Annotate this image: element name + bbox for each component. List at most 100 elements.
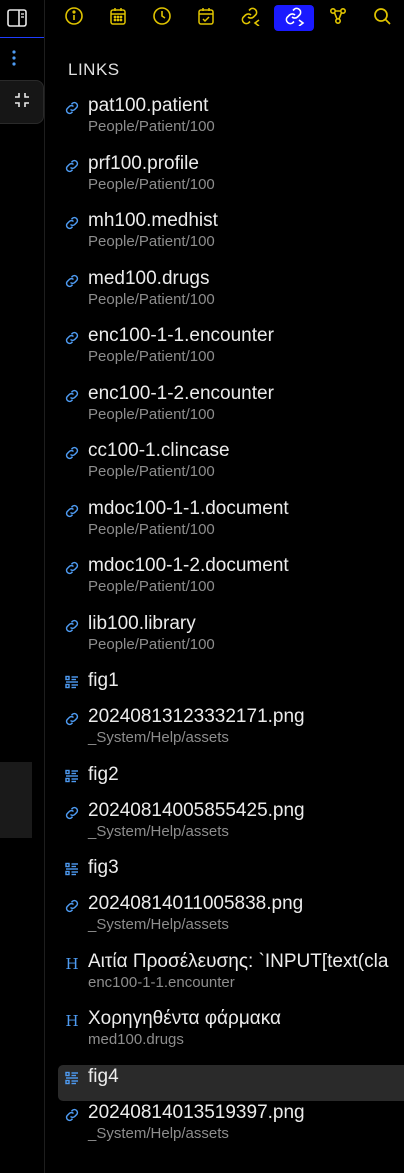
search-button[interactable]	[362, 5, 402, 31]
left-ribbon	[0, 0, 44, 1173]
item-title: prf100.profile	[88, 152, 199, 174]
item-title: fig2	[88, 763, 119, 785]
collapse-icon	[12, 90, 32, 115]
item-path: People/Patient/100	[88, 290, 215, 308]
list-item[interactable]: pat100.patient People/Patient/100	[58, 94, 404, 152]
list-item[interactable]: enc100-1-2.encounter People/Patient/100	[58, 382, 404, 440]
heading-icon: H	[65, 1012, 79, 1030]
block-icon	[64, 768, 80, 784]
item-title: 20240813123332171.png	[88, 706, 305, 727]
item-path: People/Patient/100	[88, 233, 215, 250]
ribbon-border	[44, 0, 45, 1173]
item-title: mdoc100-1-2.document	[88, 555, 289, 576]
graph-button[interactable]	[318, 5, 358, 31]
calendar-button[interactable]	[98, 5, 138, 31]
item-title: 20240814013519397.png	[88, 1101, 305, 1123]
link-icon	[64, 1107, 80, 1123]
more-options-icon[interactable]	[7, 48, 21, 68]
list-item[interactable]: lib100.library People/Patient/100	[58, 612, 404, 670]
list-item[interactable]: enc100-1-1.encounter People/Patient/100	[58, 324, 404, 382]
item-title: fig3	[88, 857, 119, 878]
item-path: People/Patient/100	[88, 463, 215, 480]
item-title: enc100-1-1.encounter	[88, 325, 274, 346]
item-path: People/Patient/100	[88, 635, 215, 653]
list-item[interactable]: cc100-1.clincase People/Patient/100	[58, 439, 404, 497]
link-icon	[64, 618, 80, 634]
link-icon	[64, 711, 80, 727]
list-item[interactable]: 20240814011005838.png _System/Help/assets	[58, 892, 404, 950]
list-item[interactable]: 20240813123332171.png _System/Help/assets	[58, 705, 404, 763]
link-icon	[64, 273, 80, 289]
sidebar-toolbar	[45, 0, 404, 36]
link-icon	[64, 805, 80, 821]
link-icon	[64, 388, 80, 404]
list-item[interactable]: H Χορηγηθέντα φάρμακα med100.drugs	[58, 1007, 404, 1065]
backlinks-icon	[239, 6, 261, 31]
list-item[interactable]: 20240814005855425.png _System/Help/assets	[58, 799, 404, 857]
sidebar-toggle-icon[interactable]	[6, 6, 28, 30]
link-icon	[64, 100, 80, 116]
backlinks-button[interactable]	[230, 5, 270, 31]
item-title: fig1	[88, 670, 119, 691]
panel-title: LINKS	[68, 60, 120, 79]
item-path: _System/Help/assets	[88, 916, 229, 933]
list-item[interactable]: fig3	[58, 856, 404, 892]
link-icon	[64, 158, 80, 174]
item-title: Χορηγηθέντα φάρμακα	[88, 1008, 282, 1029]
item-title: 20240814011005838.png	[88, 893, 304, 914]
item-path: People/Patient/100	[88, 348, 215, 365]
item-path: med100.drugs	[88, 1031, 184, 1048]
item-path: People/Patient/100	[88, 520, 215, 538]
item-title: fig4	[88, 1065, 119, 1087]
item-title: mh100.medhist	[88, 210, 218, 231]
info-button[interactable]	[54, 5, 94, 31]
ribbon-divider	[0, 37, 44, 38]
list-item[interactable]: H Αιτία Προσέλευσης: `INPUT[text(cla enc10…	[58, 950, 404, 1008]
item-path: People/Patient/100	[88, 175, 215, 193]
list-item[interactable]: mh100.medhist People/Patient/100	[58, 209, 404, 267]
list-item[interactable]: med100.drugs People/Patient/100	[58, 267, 404, 325]
link-icon	[64, 330, 80, 346]
outgoing-links-button[interactable]	[274, 5, 314, 31]
list-item[interactable]: 20240814013519397.png _System/Help/assets	[58, 1101, 404, 1159]
info-icon	[64, 6, 84, 31]
calendar-check-icon	[196, 6, 216, 31]
tasks-button[interactable]	[186, 5, 226, 31]
item-title: pat100.patient	[88, 95, 209, 116]
graph-icon	[328, 6, 348, 31]
item-path: _System/Help/assets	[88, 729, 229, 746]
item-title: lib100.library	[88, 612, 196, 634]
clock-icon	[152, 6, 172, 31]
item-path: _System/Help/assets	[88, 822, 229, 840]
item-title: cc100-1.clincase	[88, 440, 230, 461]
outgoing-links-icon	[283, 6, 305, 31]
ribbon-panel-block	[0, 762, 32, 838]
item-path: People/Patient/100	[88, 118, 215, 135]
collapse-button[interactable]	[0, 80, 44, 124]
block-icon	[64, 1070, 80, 1086]
item-title: 20240814005855425.png	[88, 799, 305, 821]
block-icon	[64, 861, 80, 877]
item-title: enc100-1-2.encounter	[88, 382, 274, 404]
list-item[interactable]: mdoc100-1-2.document People/Patient/100	[58, 554, 404, 612]
links-list: pat100.patient People/Patient/100 prf100.p…	[58, 94, 404, 1158]
list-item[interactable]: fig1	[58, 669, 404, 705]
item-title: med100.drugs	[88, 267, 210, 289]
item-path: People/Patient/100	[88, 405, 215, 423]
list-item[interactable]: prf100.profile People/Patient/100	[58, 152, 404, 210]
list-item[interactable]: fig2	[58, 763, 404, 799]
block-icon	[64, 674, 80, 690]
item-path: People/Patient/100	[88, 578, 215, 595]
list-item[interactable]: mdoc100-1-1.document People/Patient/100	[58, 497, 404, 555]
item-path: _System/Help/assets	[88, 1124, 229, 1142]
item-title: mdoc100-1-1.document	[88, 497, 289, 519]
link-icon	[64, 445, 80, 461]
calendar-icon	[108, 6, 128, 31]
link-icon	[64, 503, 80, 519]
item-title: Αιτία Προσέλευσης: `INPUT[text(cla	[88, 950, 389, 972]
heading-icon: H	[65, 954, 79, 973]
list-item[interactable]: fig4	[58, 1064, 404, 1101]
recent-button[interactable]	[142, 5, 182, 31]
link-icon	[64, 898, 80, 914]
item-path: enc100-1-1.encounter	[88, 973, 235, 991]
